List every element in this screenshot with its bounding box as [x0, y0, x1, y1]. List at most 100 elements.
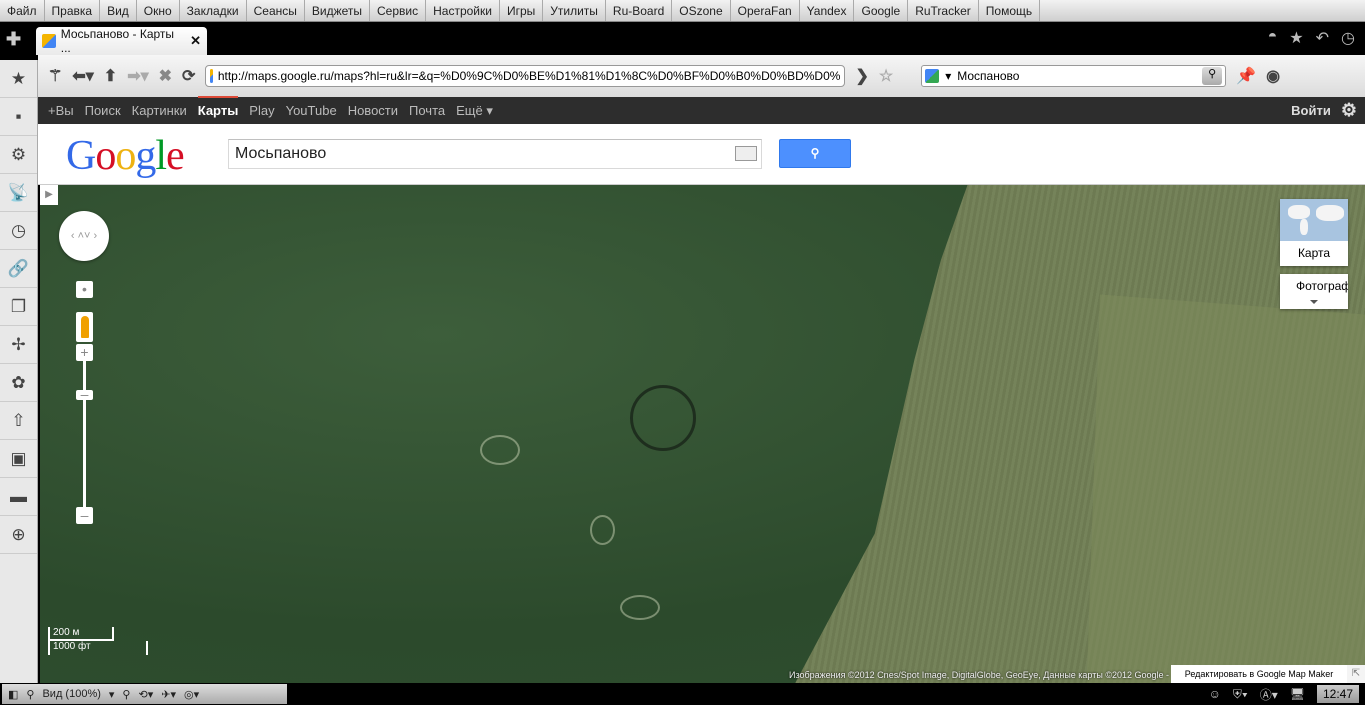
mapmaker-link[interactable]: Редактировать в Google Map Maker [1171, 665, 1347, 683]
eye-icon[interactable]: ◉ [1266, 66, 1280, 86]
gbar-plus[interactable]: +Вы [48, 103, 74, 118]
menu-item[interactable]: Закладки [180, 0, 247, 21]
gbar-mail[interactable]: Почта [409, 103, 445, 118]
menu-bar: Файл Правка Вид Окно Закладки Сеансы Виджеты Се… [0, 0, 1365, 22]
attribution: Изображения ©2012 Cnes/Spot Image, Digit… [788, 670, 1169, 680]
bookmark-icon[interactable]: ★ [1289, 28, 1303, 48]
gbar-play[interactable]: Play [249, 103, 274, 118]
trash-icon[interactable]: ◓ [1268, 28, 1278, 48]
gbar-search[interactable]: Поиск [85, 103, 121, 118]
tab-bar: ✚ Мосьпаново - Карты ... ✕ ◓ ★ ↶ ◷ [0, 22, 1365, 55]
scale-imperial: 1000 фт [48, 641, 148, 655]
menu-item[interactable]: Окно [137, 0, 180, 21]
pin-icon[interactable]: 📌 [1236, 66, 1256, 86]
zoom-slider[interactable] [83, 360, 86, 515]
sync-icon[interactable]: ⟲▾ [138, 688, 153, 701]
menu-item[interactable]: Игры [500, 0, 544, 21]
search-input[interactable]: Мосьпаново [228, 139, 762, 169]
gbar-images[interactable]: Картинки [132, 103, 187, 118]
links-icon[interactable]: 🔗 [0, 250, 37, 288]
menu-item[interactable]: Вид [100, 0, 137, 21]
unite-icon[interactable]: ✿ [0, 364, 37, 402]
search-query: Мосьпаново [235, 145, 327, 162]
pan-control[interactable]: ‹ ˄˅ › [59, 211, 109, 261]
photo-icon[interactable]: ▣ [0, 440, 37, 478]
panel-toggle-icon[interactable]: ◧ [8, 688, 18, 701]
address-bar[interactable]: http://maps.google.ru/maps?hl=ru&lr=&q=%… [205, 65, 846, 87]
gbar-more[interactable]: Ещё ▾ [456, 103, 493, 119]
zoom-level[interactable]: Вид (100%) [42, 688, 100, 700]
map-type-button[interactable]: Карта [1280, 199, 1348, 266]
undo-icon[interactable]: ↶ [1316, 28, 1329, 48]
zoom-handle[interactable]: – [76, 387, 93, 401]
menu-item[interactable]: Google [854, 0, 909, 21]
shield-icon[interactable]: ⛨▾ [1233, 687, 1248, 702]
history-clock-icon[interactable]: ◷ [1341, 28, 1355, 48]
photo-dropdown[interactable]: Фотограф [1280, 274, 1348, 309]
collapse-icon[interactable]: ⇱ [1347, 665, 1365, 683]
gear-icon[interactable]: ⚙ [0, 136, 37, 174]
up-button[interactable]: ⬆ [104, 66, 117, 86]
upload-icon[interactable]: ⇧ [0, 402, 37, 440]
maps-favicon-icon [42, 34, 56, 48]
windows-icon[interactable]: ❐ [0, 288, 37, 326]
zoom-out-button[interactable]: – [76, 507, 93, 524]
google-engine-icon[interactable] [925, 69, 940, 83]
google-logo[interactable]: Google [66, 132, 185, 180]
smiley-icon[interactable]: ☺ [1209, 687, 1221, 701]
gbar-news[interactable]: Новости [348, 103, 398, 118]
map-type-label: Карта [1297, 246, 1331, 260]
language-icon[interactable]: Ⓐ▾ [1260, 686, 1278, 703]
stop-button[interactable]: ✖ [159, 66, 172, 86]
signin-button[interactable]: Войти [1291, 103, 1331, 118]
feeds-icon[interactable]: 📡 [0, 174, 37, 212]
menu-item[interactable]: Помощь [979, 0, 1041, 21]
menu-item[interactable]: OSzone [672, 0, 731, 21]
forward-button[interactable]: ➡▾ [127, 66, 148, 86]
tab-close-button[interactable]: ✕ [190, 33, 201, 49]
search-field[interactable]: ▾ Моспаново ⚲ [921, 65, 1227, 87]
bookmarks-icon[interactable]: ★ [0, 60, 37, 98]
gear-icon[interactable]: ⚙ [1341, 100, 1357, 121]
reset-button[interactable]: • [76, 281, 93, 298]
world-map-thumbnail [1280, 199, 1348, 241]
menu-item[interactable]: RuTracker [908, 0, 979, 21]
calendar-icon[interactable]: ▬ [0, 478, 37, 516]
menu-item[interactable]: Сервис [370, 0, 427, 21]
menu-item[interactable]: Правка [45, 0, 101, 21]
network-icon[interactable]: 🖥 [1290, 687, 1305, 701]
gbar-maps[interactable]: Карты [197, 96, 239, 123]
menu-item[interactable]: Файл [0, 0, 45, 21]
menu-item[interactable]: Виджеты [305, 0, 371, 21]
zoom-in-button[interactable]: + [76, 344, 93, 361]
tab-title: Мосьпаново - Карты ... [60, 27, 175, 55]
reload-button[interactable]: ⟳ [182, 66, 195, 86]
tab-active[interactable]: Мосьпаново - Карты ... ✕ [36, 27, 207, 55]
menu-item[interactable]: Ru-Board [606, 0, 673, 21]
satellite-map[interactable]: ▶ ‹ ˄˅ › • + – – Карта Фотограф 200 м 10… [40, 185, 1365, 683]
add-panel-icon[interactable]: ⊕ [0, 516, 37, 554]
pegman-icon[interactable] [76, 312, 93, 342]
menu-item[interactable]: Сеансы [247, 0, 305, 21]
menu-item[interactable]: Yandex [800, 0, 855, 21]
keyboard-icon[interactable] [735, 146, 757, 161]
menu-item[interactable]: Настройки [426, 0, 500, 21]
widgets-icon[interactable]: ▪ [0, 98, 37, 136]
back-button[interactable]: ⬅▾ [72, 66, 93, 86]
menu-item[interactable]: OperaFan [731, 0, 800, 21]
history-icon[interactable]: ◷ [0, 212, 37, 250]
new-tab-button[interactable]: ✚ [6, 29, 21, 50]
search-icon[interactable]: ⚲ [1202, 67, 1223, 85]
transfers-icon[interactable]: ✢ [0, 326, 37, 364]
turbo-icon[interactable]: ✈▾ [161, 688, 176, 701]
unite-icon[interactable]: ◎▾ [184, 688, 199, 701]
terrain-feature [590, 515, 615, 545]
gbar-youtube[interactable]: YouTube [286, 103, 337, 118]
wand-icon[interactable]: ⚚ [48, 66, 62, 86]
zoom-search-icon[interactable]: ⚲ [122, 688, 130, 701]
go-button[interactable]: ❯ [855, 66, 868, 86]
panel-toggle-button[interactable]: ▶ [40, 185, 58, 205]
menu-item[interactable]: Утилиты [543, 0, 606, 21]
search-button[interactable]: ⚲ [779, 139, 851, 168]
bookmark-star-icon[interactable]: ☆ [879, 66, 893, 86]
